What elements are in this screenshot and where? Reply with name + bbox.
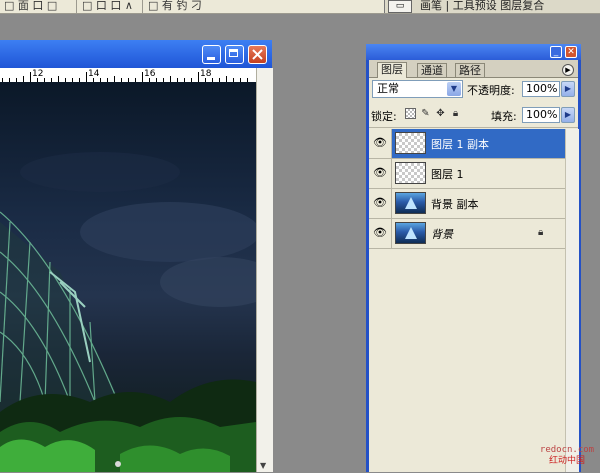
ruler-label: 12	[32, 69, 44, 79]
fill-slider-button[interactable]: ▶	[561, 107, 575, 123]
tab-layers[interactable]: 图层	[377, 62, 407, 78]
layer-row[interactable]: 👁︎ 图层 1 副本	[369, 129, 565, 159]
ruler-label: 18	[200, 69, 212, 79]
ruler-label: 14	[88, 69, 100, 79]
layer-thumbnail	[395, 162, 426, 184]
lock-all-icon[interactable]: 🔒︎	[450, 108, 461, 119]
visibility-toggle[interactable]: 👁︎	[369, 219, 392, 248]
layer-thumbnail	[395, 132, 426, 154]
visibility-toggle[interactable]: 👁︎	[369, 129, 392, 158]
palette-close-button[interactable]: ✕	[565, 46, 577, 58]
options-separator	[142, 0, 143, 13]
palette-titlebar[interactable]: _ ✕	[366, 44, 581, 60]
radio-telescope-image	[0, 152, 256, 472]
blend-opacity-row: 正常 ▼ 不透明度: 100% ▶	[369, 77, 578, 101]
palette-well-tabs[interactable]: 画笔 | 工具预设 图层复合	[420, 0, 544, 13]
triangle-right-icon: ▶	[565, 66, 571, 74]
minimize-icon	[207, 57, 215, 60]
palette-tabs: 图层 通道 路径 ▶	[369, 60, 578, 78]
vertical-scrollbar[interactable]: ▼	[256, 68, 273, 472]
triangle-right-icon: ▶	[564, 84, 572, 93]
close-icon	[252, 49, 263, 60]
document-titlebar[interactable]	[0, 40, 272, 68]
eye-icon: 👁︎	[373, 136, 387, 149]
watermark-url: redocn.com	[539, 445, 595, 455]
palette-minimize-button[interactable]: _	[550, 46, 562, 58]
eye-icon: 👁︎	[373, 166, 387, 179]
tab-channels[interactable]: 通道	[417, 63, 447, 77]
watermark: redocn.com 红动中国	[536, 445, 598, 467]
options-separator	[76, 0, 77, 13]
layer-name[interactable]: 图层 1 副本	[431, 136, 489, 152]
scroll-down-icon[interactable]: ▼	[260, 461, 266, 470]
watermark-cn: 红动中国	[548, 456, 585, 466]
options-fragment-2[interactable]: □ 口 口 ∧	[82, 0, 133, 13]
opacity-slider-button[interactable]: ▶	[561, 81, 575, 97]
tab-paths[interactable]: 路径	[455, 63, 485, 77]
lock-transparency-icon[interactable]	[405, 108, 416, 119]
options-bar: □ 面 口 □ □ 口 口 ∧ □ 有 钓 刁 ▭ 画笔 | 工具预设 图层复合	[0, 0, 600, 14]
close-icon: ✕	[567, 47, 575, 57]
palette-body: 图层 通道 路径 ▶ 正常 ▼ 不透明度: 100% ▶ 锁定: ✎ ✥ 🔒︎ …	[369, 60, 579, 473]
layer-name[interactable]: 图层 1	[431, 166, 464, 182]
options-fragment-1[interactable]: □ 面 口 □	[4, 0, 57, 13]
layer-name[interactable]: 背景	[431, 226, 453, 242]
horizontal-ruler[interactable]: 12 14 16 18	[0, 68, 256, 83]
fill-input[interactable]: 100%	[522, 107, 560, 123]
chevron-down-icon[interactable]: ▼	[447, 82, 461, 96]
layer-row[interactable]: 👁︎ 背景 副本	[369, 189, 565, 219]
layer-thumbnail	[395, 222, 426, 244]
document-window: 12 14 16 18 ▼	[0, 40, 273, 472]
layers-scrollbar[interactable]	[565, 129, 579, 472]
lock-label: 锁定:	[371, 110, 397, 123]
opacity-input[interactable]: 100%	[522, 81, 560, 97]
layers-list: 👁︎ 图层 1 副本 👁︎ 图层 1 👁︎ 背景 副本 👁︎ 背景 🔒︎	[369, 129, 565, 473]
layer-lock-icon: 🔒︎	[538, 227, 544, 238]
palette-well-icon[interactable]: ▭	[388, 0, 412, 13]
maximize-button[interactable]	[225, 45, 244, 64]
options-fragment-3[interactable]: □ 有 钓 刁	[148, 0, 202, 13]
close-button[interactable]	[248, 45, 267, 64]
blend-mode-select[interactable]: 正常 ▼	[372, 80, 463, 98]
layer-thumbnail	[395, 192, 426, 214]
layer-row[interactable]: 👁︎ 背景 🔒︎	[369, 219, 565, 249]
visibility-toggle[interactable]: 👁︎	[369, 159, 392, 188]
eye-icon: 👁︎	[373, 196, 387, 209]
lock-pixels-brush-icon[interactable]: ✎	[420, 108, 431, 119]
maximize-icon	[229, 49, 238, 57]
minimize-icon: _	[553, 47, 559, 57]
lock-fill-row: 锁定: ✎ ✥ 🔒︎ 填充: 100% ▶	[369, 103, 578, 128]
blend-mode-value: 正常	[377, 82, 399, 95]
minimize-button[interactable]	[202, 45, 221, 64]
palette-menu-button[interactable]: ▶	[562, 64, 574, 76]
fill-label: 填充:	[491, 110, 517, 123]
lock-position-move-icon[interactable]: ✥	[435, 108, 446, 119]
layer-name[interactable]: 背景 副本	[431, 196, 479, 212]
visibility-toggle[interactable]: 👁︎	[369, 189, 392, 218]
layer-row[interactable]: 👁︎ 图层 1	[369, 159, 565, 189]
image-canvas[interactable]	[0, 82, 256, 472]
opacity-label: 不透明度:	[467, 84, 515, 97]
ruler-label: 16	[144, 69, 156, 79]
triangle-right-icon: ▶	[564, 110, 572, 119]
layers-palette: _ ✕ 图层 通道 路径 ▶ 正常 ▼ 不透明度: 100% ▶ 锁定: ✎ ✥…	[366, 44, 581, 472]
eye-icon: 👁︎	[373, 226, 387, 239]
